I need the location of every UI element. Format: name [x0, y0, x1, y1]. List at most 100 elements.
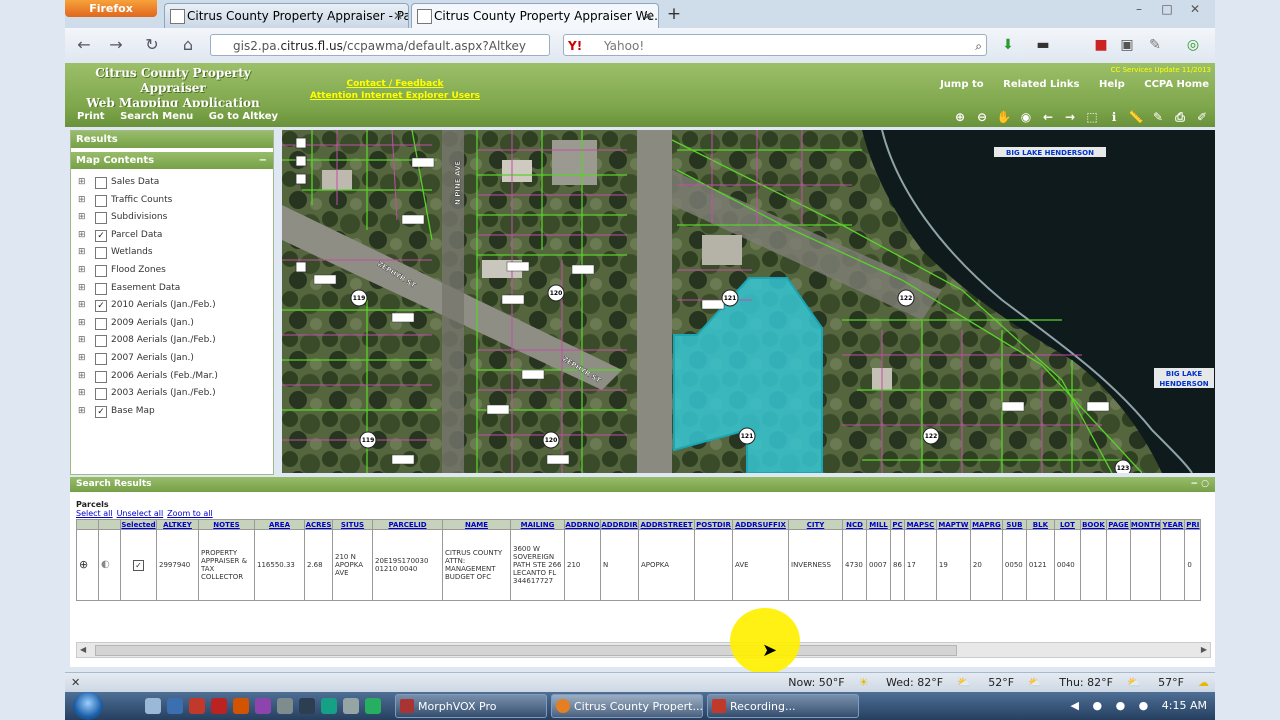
horizontal-scrollbar[interactable]: ◀ ▶	[76, 642, 1211, 658]
full-extent-icon[interactable]: ◉	[1017, 109, 1035, 125]
firefox-menu-button[interactable]: Firefox	[65, 0, 157, 17]
layer-item[interactable]: ⊞ Easement Data	[76, 280, 273, 298]
column-header[interactable]: MAPRG	[969, 519, 1003, 530]
help-menu[interactable]: Help	[1099, 79, 1125, 90]
layer-item[interactable]: ⊞ 2003 Aerials (Jan./Feb.)	[76, 385, 273, 403]
next-extent-icon[interactable]: →	[1061, 109, 1079, 125]
layer-checkbox[interactable]	[95, 247, 107, 260]
layer-checkbox[interactable]	[95, 212, 107, 225]
column-header[interactable]: ADDRDIR	[600, 519, 639, 530]
column-header[interactable]: ALTKEY	[156, 519, 199, 530]
column-header[interactable]: ADDRSTREET	[638, 519, 695, 530]
taskbar-item-firefox[interactable]: Citrus County Propert...	[551, 694, 703, 718]
layer-checkbox[interactable]	[95, 282, 107, 295]
start-button[interactable]	[73, 692, 103, 720]
layer-checkbox[interactable]	[95, 177, 107, 189]
column-header[interactable]: NCD	[842, 519, 867, 530]
close-window-button[interactable]: ✕	[1181, 2, 1209, 16]
column-header[interactable]: BLK	[1025, 519, 1055, 530]
expand-icon[interactable]: ⊞	[78, 280, 86, 297]
clear-icon[interactable]: ✐	[1193, 109, 1211, 125]
contact-feedback-link[interactable]: Contact / Feedback	[295, 78, 495, 90]
selected-checkbox-cell[interactable]: ✓	[120, 529, 157, 601]
tray-icon[interactable]: ●	[1092, 699, 1102, 712]
print-map-icon[interactable]: ⎙	[1171, 109, 1189, 125]
print-menu[interactable]: Print	[77, 111, 105, 122]
aerial-map[interactable]: 121 121 121 120 120 122 122 119 119 123 …	[282, 130, 1215, 473]
layer-checkbox[interactable]	[95, 352, 107, 365]
map-view[interactable]: 121 121 121 120 120 122 122 119 119 123 …	[282, 130, 1215, 473]
zoom-to-icon-cell[interactable]: ⊕	[76, 529, 99, 601]
clock[interactable]: 4:15 AM	[1162, 699, 1207, 712]
layer-checkbox[interactable]	[95, 264, 107, 277]
select-all-link[interactable]: Select all	[76, 509, 113, 518]
layer-item[interactable]: ⊞ 2008 Aerials (Jan./Feb.)	[76, 332, 273, 350]
expand-icon[interactable]: ⊞	[78, 368, 86, 385]
expand-icon[interactable]: ⊞	[78, 209, 86, 226]
expand-icon[interactable]: ⊞	[78, 227, 86, 244]
layer-checkbox[interactable]: ✓	[95, 405, 107, 418]
layer-item[interactable]: ⊞ Wetlands	[76, 244, 273, 262]
quicklaunch-icon[interactable]	[343, 698, 359, 714]
column-header[interactable]: NAME	[442, 519, 511, 530]
draw-icon[interactable]: ✎	[1149, 109, 1167, 125]
related-links-menu[interactable]: Related Links	[1003, 79, 1079, 90]
layer-checkbox[interactable]	[95, 388, 107, 401]
column-header[interactable]: ADDRNO	[564, 519, 601, 530]
column-header[interactable]: PAGE	[1105, 519, 1131, 530]
url-bar[interactable]: gis2.pa.citrus.fl.us/ccpawma/default.asp…	[210, 34, 550, 56]
expand-icon[interactable]: ⊞	[78, 174, 86, 191]
quicklaunch-icon[interactable]	[167, 698, 183, 714]
expand-icon[interactable]: ⊞	[78, 332, 86, 349]
layer-item[interactable]: ⊞ ✓ Base Map	[76, 403, 273, 421]
layer-checkbox[interactable]: ✓	[95, 229, 107, 242]
quicklaunch-icon[interactable]	[189, 698, 205, 714]
yahoo-engine-icon[interactable]: Y!	[568, 35, 582, 57]
close-addon-bar-icon[interactable]: ✕	[71, 673, 80, 693]
measure-icon[interactable]: 📏	[1127, 109, 1145, 125]
expand-icon[interactable]: ⊞	[78, 262, 86, 279]
selected-checkbox[interactable]: ✓	[133, 559, 144, 571]
column-header[interactable]: PRI	[1184, 519, 1202, 530]
column-header[interactable]: MAPTW	[935, 519, 971, 530]
quicklaunch-icon[interactable]	[365, 698, 381, 714]
tab-property-appraiser-1[interactable]: Citrus County Property Appraiser - Pa...…	[164, 3, 409, 28]
column-header[interactable]: MILL	[866, 519, 891, 530]
column-header[interactable]: BOOK	[1079, 519, 1107, 530]
scroll-thumb[interactable]	[95, 645, 957, 656]
select-icon[interactable]: ⬚	[1083, 109, 1101, 125]
quicklaunch-icon[interactable]	[321, 698, 337, 714]
layer-checkbox[interactable]	[95, 335, 107, 348]
ccpa-home-link[interactable]: CCPA Home	[1144, 79, 1209, 90]
zoom-in-icon[interactable]: ⊕	[951, 109, 969, 125]
flash-icon[interactable]: ◐	[101, 559, 110, 570]
column-header[interactable]: AREA	[254, 519, 305, 530]
minimize-button[interactable]: –	[1125, 2, 1153, 16]
layer-item[interactable]: ⊞ 2009 Aerials (Jan.)	[76, 315, 273, 333]
pan-icon[interactable]: ✋	[995, 109, 1013, 125]
column-header[interactable]: ACRES	[304, 519, 333, 530]
results-section-header[interactable]: Results	[71, 131, 273, 148]
column-header[interactable]: PARCELID	[372, 519, 443, 530]
column-header[interactable]: NOTES	[198, 519, 255, 530]
expand-icon[interactable]: ⊞	[78, 297, 86, 314]
column-header[interactable]: MAILING	[510, 519, 565, 530]
layer-item[interactable]: ⊞ 2006 Aerials (Feb./Mar.)	[76, 368, 273, 386]
ie-notice-link[interactable]: Attention Internet Explorer Users	[295, 90, 495, 102]
tray-chevron-icon[interactable]: ◀	[1070, 699, 1078, 712]
column-header[interactable]: Selected	[120, 519, 157, 530]
collapse-icon[interactable]: −	[259, 152, 267, 169]
layer-item[interactable]: ⊞ Traffic Counts	[76, 192, 273, 210]
extension-icon[interactable]: ▣	[1117, 36, 1137, 54]
reload-icon[interactable]: ↻	[141, 35, 163, 55]
expand-icon[interactable]: ⊞	[78, 244, 86, 261]
tray-icon[interactable]: ●	[1139, 699, 1149, 712]
column-header[interactable]: ADDRSUFFIX	[732, 519, 789, 530]
flash-icon-cell[interactable]: ◐	[98, 529, 121, 601]
scroll-right-icon[interactable]: ▶	[1201, 643, 1207, 657]
tray-icon[interactable]: ●	[1116, 699, 1126, 712]
tab-property-appraiser-2[interactable]: Citrus County Property Appraiser We... ✕	[411, 3, 659, 28]
jump-to-menu[interactable]: Jump to	[940, 79, 984, 90]
quicklaunch-icon[interactable]	[277, 698, 293, 714]
pencil-icon[interactable]: ✎	[1145, 36, 1165, 54]
